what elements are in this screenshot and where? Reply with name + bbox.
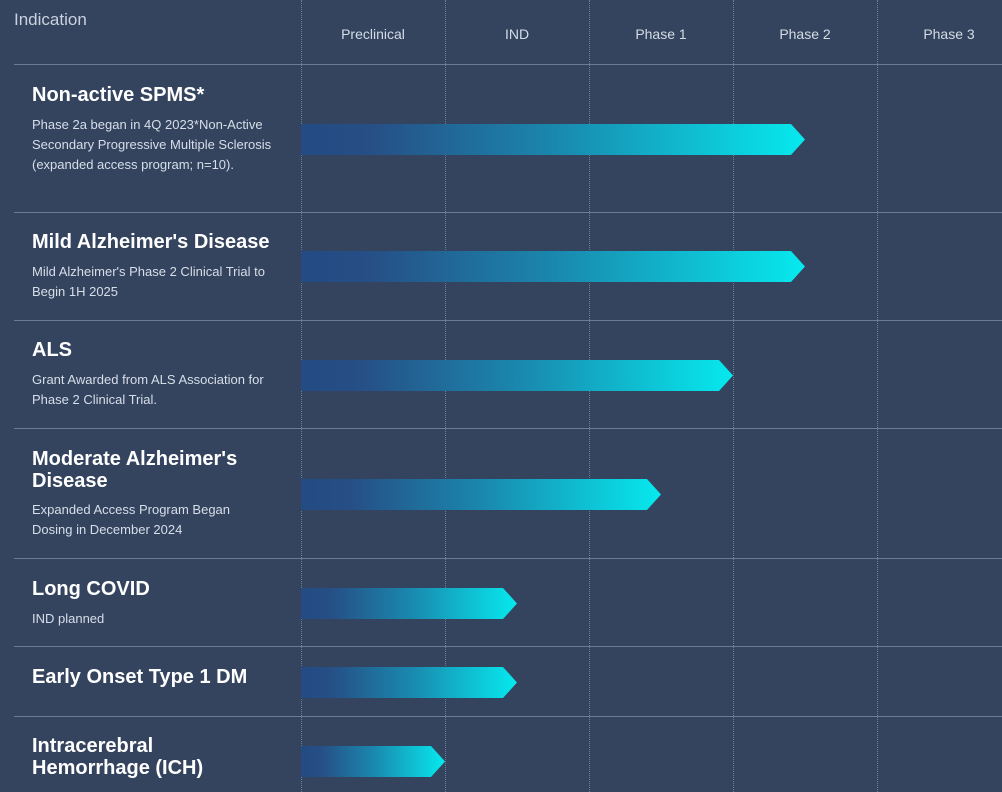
phase-header-preclinical: Preclinical: [341, 26, 405, 42]
header-divider: [14, 64, 1002, 65]
program-description: IND planned: [32, 611, 105, 626]
column-divider: [733, 0, 734, 792]
program-title: Long COVID: [32, 578, 150, 600]
phase-header-phase-1: Phase 1: [635, 26, 687, 42]
indication-column-header: Indication: [14, 10, 87, 29]
program-description: Mild Alzheimer's Phase 2 Clinical Trial …: [32, 264, 265, 299]
phase-header-phase-3: Phase 3: [923, 26, 975, 42]
progress-bar: [301, 588, 517, 619]
phase-header-phase-2: Phase 2: [779, 26, 831, 42]
program-title: Early Onset Type 1 DM: [32, 666, 248, 688]
program-title: Moderate Alzheimer's Disease: [32, 448, 238, 492]
program-description: Grant Awarded from ALS Association for P…: [32, 372, 264, 407]
program-title: ALS: [32, 339, 72, 361]
column-divider: [589, 0, 590, 792]
program-title: Non-active SPMS*: [32, 84, 205, 106]
row-divider: [14, 716, 1002, 717]
row-divider: [14, 212, 1002, 213]
program-description: Expanded Access Program Began Dosing in …: [32, 502, 231, 537]
row-divider: [14, 646, 1002, 647]
progress-bar: [301, 360, 733, 391]
row-divider: [14, 320, 1002, 321]
row-divider: [14, 428, 1002, 429]
column-divider: [877, 0, 878, 792]
program-title: Intracerebral Hemorrhage (ICH): [32, 735, 204, 779]
progress-bar: [301, 667, 517, 698]
phase-header-ind: IND: [504, 26, 530, 42]
progress-bar: [301, 251, 805, 282]
progress-bar: [301, 479, 661, 510]
progress-bar: [301, 124, 805, 155]
program-description: Phase 2a began in 4Q 2023*Non-Active Sec…: [32, 117, 272, 172]
pipeline-chart: Indication Preclinical IND Phase 1 Phase…: [0, 0, 1002, 792]
program-title: Mild Alzheimer's Disease: [32, 231, 270, 253]
row-divider: [14, 558, 1002, 559]
progress-bar: [301, 746, 445, 777]
